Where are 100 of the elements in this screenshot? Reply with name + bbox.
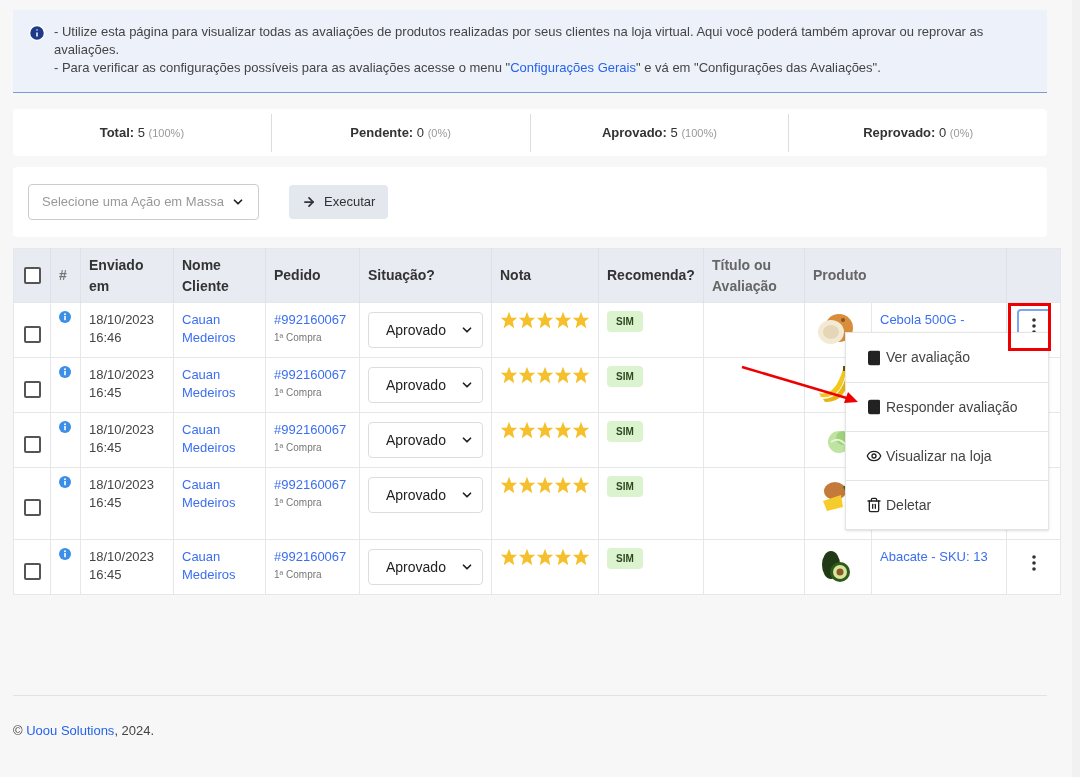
date-text: 18/10/2023 — [89, 311, 156, 329]
book-icon — [866, 349, 882, 366]
time-text: 16:45 — [89, 566, 123, 584]
trash-icon — [866, 497, 882, 513]
star-icon — [554, 366, 572, 384]
column-header: Recomenda? — [598, 248, 704, 303]
info-icon[interactable] — [59, 548, 71, 560]
row-checkbox[interactable] — [23, 562, 41, 580]
book-icon — [866, 399, 882, 415]
star-icon — [536, 366, 554, 384]
info-icon — [28, 24, 46, 42]
time-text: 16:45 — [89, 494, 123, 512]
time-text: 16:45 — [89, 384, 123, 402]
client-link[interactable]: Cauan Medeiros — [182, 476, 257, 512]
order-link[interactable]: #992160067 — [274, 548, 351, 566]
date-text: 18/10/2023 — [89, 548, 156, 566]
star-icon — [518, 311, 536, 329]
recommend-tag: SIM — [607, 366, 643, 387]
highlight-frame — [1008, 303, 1051, 351]
client-link[interactable]: Cauan Medeiros — [182, 421, 257, 457]
order-note: 1ª Compra — [274, 496, 323, 510]
star-icon — [536, 311, 554, 329]
client-link[interactable]: Cauan Medeiros — [182, 548, 257, 584]
time-text: 16:45 — [89, 439, 123, 457]
column-header: Pedido — [265, 248, 360, 303]
status-select[interactable]: Aprovado — [368, 312, 483, 348]
select-all-checkbox[interactable] — [23, 267, 41, 284]
client-link[interactable]: Cauan Medeiros — [182, 311, 257, 347]
column-header: Situação? — [359, 248, 492, 303]
row-checkbox[interactable] — [23, 499, 41, 516]
recommend-tag: SIM — [607, 421, 643, 442]
recommend-tag: SIM — [607, 311, 643, 332]
star-icon — [500, 311, 518, 329]
order-note: 1ª Compra — [274, 386, 323, 400]
star-icon — [500, 548, 518, 566]
star-icon — [572, 548, 590, 566]
star-icon — [554, 311, 572, 329]
order-link[interactable]: #992160067 — [274, 476, 351, 494]
star-icon — [518, 366, 536, 384]
menu-item[interactable]: Deletar — [846, 480, 1048, 529]
info-icon[interactable] — [59, 311, 71, 323]
column-header: Título ou Avaliação — [703, 248, 805, 303]
status-select[interactable]: Aprovado — [368, 477, 483, 513]
column-header: Nota — [491, 248, 599, 303]
info-icon[interactable] — [59, 421, 71, 433]
star-icon — [572, 476, 590, 494]
star-icon — [572, 366, 590, 384]
stat-text: Reprovado: 0 (0%) — [863, 123, 974, 142]
star-icon — [536, 476, 554, 494]
product-link[interactable]: Cebola 500G - — [880, 312, 965, 327]
order-note: 1ª Compra — [274, 441, 323, 455]
star-icon — [500, 421, 518, 439]
status-select[interactable]: Aprovado — [368, 422, 483, 458]
order-link[interactable]: #992160067 — [274, 311, 351, 329]
execute-button[interactable]: Executar — [289, 185, 389, 219]
menu-item[interactable]: Ver avaliação — [846, 333, 1048, 382]
row-checkbox[interactable] — [23, 435, 41, 453]
date-text: 18/10/2023 — [89, 366, 156, 384]
star-icon — [536, 548, 554, 566]
row-checkbox[interactable] — [23, 380, 41, 398]
star-icon — [554, 476, 572, 494]
order-note: 1ª Compra — [274, 568, 323, 582]
star-icon — [572, 311, 590, 329]
recommend-tag: SIM — [607, 548, 643, 569]
recommend-tag: SIM — [607, 476, 643, 497]
settings-link[interactable]: Configurações Gerais — [510, 60, 636, 75]
info-icon[interactable] — [59, 366, 71, 378]
order-note: 1ª Compra — [274, 331, 323, 345]
client-link[interactable]: Cauan Medeiros — [182, 366, 257, 402]
row-checkbox[interactable] — [23, 325, 41, 343]
notice-text: - Utilize esta página para visualizar todas as avaliações de produtos realizadas por seus clientes na loja virtual. Aqui você poderá também aprovar ou reprovar as avaliações. — [54, 23, 985, 59]
date-text: 18/10/2023 — [89, 476, 156, 494]
notice-text: - Para verificar as configurações possíveis para as avaliações acesse o menu "Configurações Gerais" e vá em "Configurações das Avaliações". — [54, 59, 882, 77]
column-header: Nome Cliente — [173, 248, 266, 303]
star-icon — [500, 476, 518, 494]
status-select[interactable]: Aprovado — [368, 549, 483, 585]
product-link[interactable]: Abacate - SKU: 13 — [880, 549, 988, 564]
star-icon — [554, 421, 572, 439]
stat-text: Aprovado: 5 (100%) — [601, 123, 717, 142]
column-header: Produto — [804, 248, 1007, 303]
star-icon — [500, 366, 518, 384]
stat-text: Pendente: 0 (0%) — [350, 123, 451, 142]
time-text: 16:46 — [89, 329, 123, 347]
star-icon — [518, 421, 536, 439]
column-header: Enviado em — [80, 248, 174, 303]
column-header: # — [50, 248, 81, 303]
bulk-action-select[interactable]: Selecione uma Ação em Massa — [28, 184, 259, 220]
star-icon — [572, 421, 590, 439]
copyright-text: © Uoou Solutions, 2024. — [13, 723, 155, 738]
menu-item[interactable]: Visualizar na loja — [846, 431, 1048, 480]
order-link[interactable]: #992160067 — [274, 366, 351, 384]
order-link[interactable]: #992160067 — [274, 421, 351, 439]
more-icon — [1031, 555, 1036, 571]
star-icon — [518, 548, 536, 566]
star-icon — [536, 421, 554, 439]
date-text: 18/10/2023 — [89, 421, 156, 439]
status-select[interactable]: Aprovado — [368, 367, 483, 403]
info-icon[interactable] — [59, 476, 71, 488]
star-icon — [518, 476, 536, 494]
more-icon — [1031, 318, 1036, 334]
